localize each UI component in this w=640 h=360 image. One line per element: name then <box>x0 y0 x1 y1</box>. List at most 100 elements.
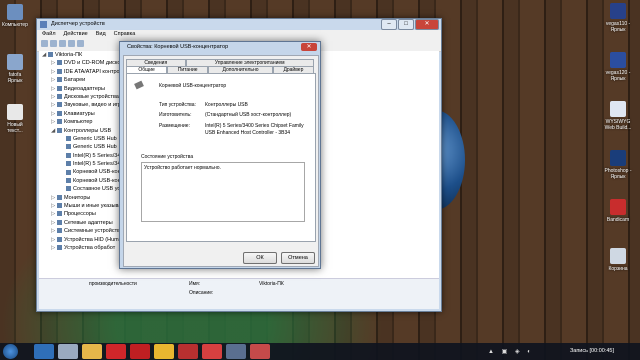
tree-item-label: IDE ATA/ATAPI контролл <box>64 68 126 75</box>
desktop-shortcut-right-0[interactable]: vegas110 - Ярлык <box>599 3 637 33</box>
forward-icon[interactable] <box>50 40 57 47</box>
tab-driver[interactable]: Драйвер <box>272 66 314 73</box>
desktop-icon-label: WYSIWYG Web Build... <box>604 119 632 131</box>
type-value: Контроллеры USB <box>205 102 248 108</box>
window-title: Диспетчер устройств <box>51 21 105 27</box>
desktop-icon-label: vegas110 - Ярлык <box>605 21 631 33</box>
location-value-line1: Intel(R) 5 Series/3400 Series Chipset Fa… <box>205 123 304 129</box>
tree-item-label: Составное USB уст <box>73 186 123 193</box>
device-icon <box>57 219 62 225</box>
ok-button[interactable]: ОК <box>243 252 277 264</box>
tree-item-label: Generic USB Hub <box>73 144 117 151</box>
tree-item-label: Компьютер <box>64 119 93 126</box>
maker-value: (Стандартный USB хост-контроллер) <box>205 112 292 118</box>
desktop-shortcut-left-0[interactable]: Компьютер <box>0 4 34 28</box>
desktop-shortcut-right-3-icon <box>610 150 626 166</box>
tree-item-label: Видеоадаптеры <box>64 85 105 92</box>
close-button[interactable]: ✕ <box>415 19 439 30</box>
details-name-label: Имя: <box>189 281 201 287</box>
recording-timer: Запись [00:00:45] <box>569 348 614 354</box>
taskbar-bandicam-rec-icon[interactable] <box>202 344 222 359</box>
desktop-shortcut-right-4[interactable]: Bandicam <box>599 199 637 223</box>
tree-item-label: Дисковые устройства <box>64 93 119 100</box>
device-name: Корневой USB-концентратор <box>159 83 227 89</box>
taskbar-opera-icon[interactable] <box>106 344 126 359</box>
desktop-shortcut-right-2-icon <box>610 101 626 117</box>
device-icon <box>57 194 62 200</box>
system-tray[interactable]: ▲ ▣ ◈ ◐ <box>488 348 534 355</box>
scan-icon[interactable] <box>77 40 84 47</box>
start-button[interactable] <box>3 344 18 359</box>
desktop-shortcut-right-2[interactable]: WYSIWYG Web Build... <box>599 101 637 131</box>
taskbar-opera2-icon[interactable] <box>130 344 150 359</box>
tree-item-label: Корневой USB-конц <box>73 169 124 176</box>
dialog-titlebar[interactable]: Свойства: Корневой USB-концентратор ✕ <box>120 42 320 53</box>
tree-item-label: Мониторы <box>64 194 91 201</box>
window-titlebar[interactable]: Диспетчер устройств – □ ✕ <box>37 19 441 30</box>
desktop-shortcut-left-2[interactable]: Новый текст... <box>0 104 34 134</box>
device-status-box[interactable]: Устройство работает нормально. <box>141 162 305 222</box>
location-value-line2: USB Enhanced Host Controller - 3B34 <box>205 130 291 136</box>
device-icon <box>57 110 62 116</box>
tree-item-label: Сетевые адаптеры <box>64 219 113 226</box>
desktop-icon-label: Bandicam <box>606 217 630 223</box>
menu-action[interactable]: Действие <box>64 30 88 39</box>
device-icon <box>57 127 62 133</box>
device-icon <box>57 119 62 125</box>
tree-item-label: Viktoria-ПК <box>55 52 83 58</box>
device-status-text: Устройство работает нормально. <box>144 165 221 171</box>
device-icon <box>57 245 62 251</box>
desktop-shortcut-right-5[interactable]: Корзина <box>599 248 637 272</box>
tab-details[interactable]: Сведения <box>126 59 186 66</box>
menu-help[interactable]: Справка <box>114 30 136 39</box>
type-label: Тип устройства: <box>159 102 196 108</box>
properties-dialog: Свойства: Корневой USB-концентратор ✕ Св… <box>119 41 321 269</box>
desktop-shortcut-right-1-icon <box>610 52 626 68</box>
tab-advanced[interactable]: Дополнительно <box>208 66 273 73</box>
menu-bar: Файл Действие Вид Справка <box>37 30 441 39</box>
device-icon <box>66 135 71 141</box>
dialog-close-button[interactable]: ✕ <box>301 43 317 51</box>
device-icon <box>57 85 62 91</box>
desktop-shortcut-left-1-icon <box>7 54 23 70</box>
desktop-shortcut-left-1[interactable]: fatofa Ярлык <box>0 54 34 84</box>
back-icon[interactable] <box>41 40 48 47</box>
desktop-shortcut-right-5-icon <box>610 248 626 264</box>
taskbar-app-icon[interactable] <box>178 344 198 359</box>
tab-power-management[interactable]: Управление электропитанием <box>185 59 314 66</box>
taskbar-folder-icon[interactable] <box>82 344 102 359</box>
device-icon <box>57 102 62 108</box>
desktop-shortcut-right-1[interactable]: vegas120 - Ярлык <box>599 52 637 82</box>
device-icon <box>57 228 62 234</box>
tab-general[interactable]: Общие <box>126 66 168 73</box>
details-strip: производительности Имя: Описание: Viktor… <box>39 278 439 309</box>
minimize-button[interactable]: – <box>381 19 397 30</box>
tree-item-label: Клавиатуры <box>64 110 95 117</box>
taskbar-tools-icon[interactable] <box>58 344 78 359</box>
device-icon <box>57 203 62 209</box>
general-tab-page: Корневой USB-концентратор Тип устройства… <box>126 73 316 242</box>
device-icon <box>66 177 71 183</box>
desktop-shortcut-right-3[interactable]: Photoshop - Ярлык <box>599 150 637 180</box>
device-icon <box>66 186 71 192</box>
taskbar-chrome-icon[interactable] <box>154 344 174 359</box>
taskbar: ▲ ▣ ◈ ◐ Запись [00:00:45] <box>0 343 640 360</box>
tree-item-label: Устройства HID (Human <box>64 236 125 243</box>
desktop-shortcut-right-0-icon <box>610 3 626 19</box>
maximize-button[interactable]: □ <box>398 19 414 30</box>
usb-plug-icon <box>134 80 144 90</box>
device-icon <box>57 236 62 242</box>
tab-power[interactable]: Питание <box>167 66 209 73</box>
desktop-shortcut-right-4-icon <box>610 199 626 215</box>
help-icon[interactable] <box>68 40 75 47</box>
cancel-button[interactable]: Отмена <box>281 252 315 264</box>
taskbar-explorer-icon[interactable] <box>34 344 54 359</box>
menu-view[interactable]: Вид <box>96 30 106 39</box>
desktop-shortcut-left-2-icon <box>7 104 23 120</box>
properties-icon[interactable] <box>59 40 66 47</box>
menu-file[interactable]: Файл <box>42 30 56 39</box>
taskbar-vegas-icon[interactable] <box>226 344 246 359</box>
tree-item-label: Устройства обработ <box>64 244 116 251</box>
device-icon <box>57 211 62 217</box>
taskbar-devmgr-icon[interactable] <box>250 344 270 359</box>
